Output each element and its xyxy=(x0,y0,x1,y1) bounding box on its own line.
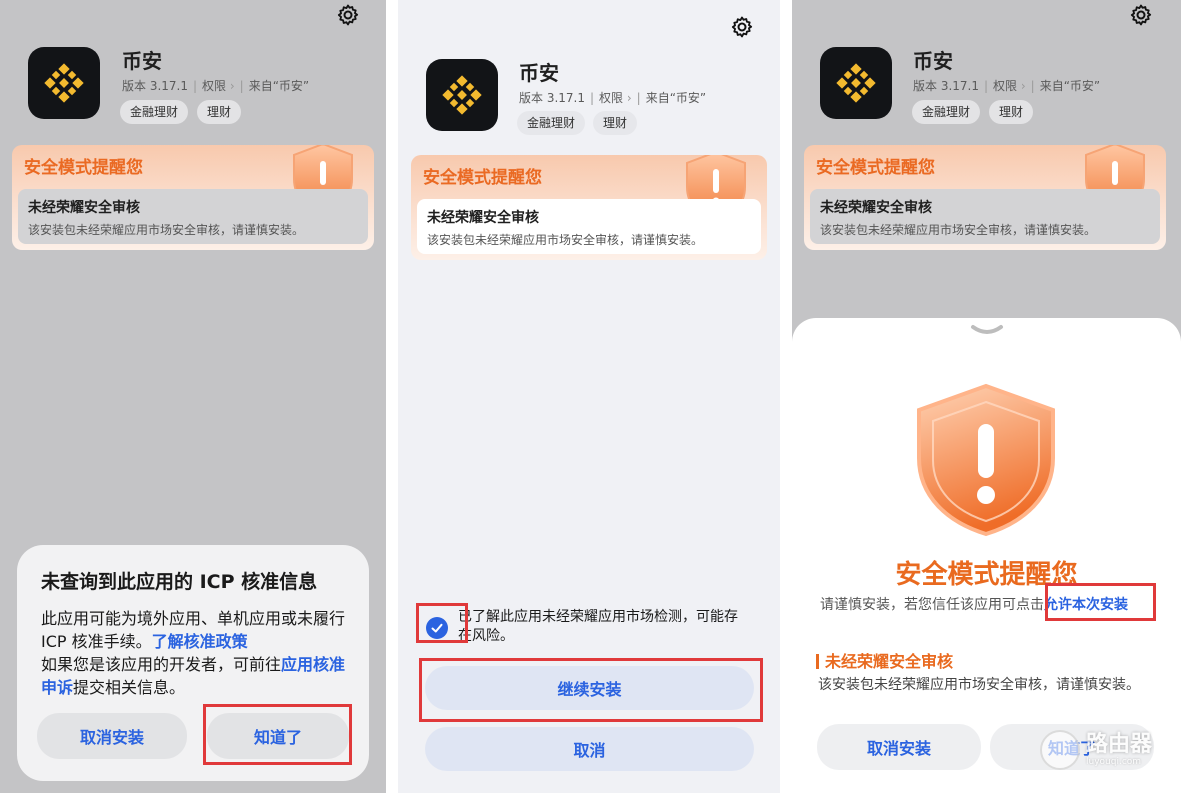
warning-shield-icon xyxy=(917,383,1055,537)
category-tag: 理财 xyxy=(197,100,242,124)
binance-logo-icon xyxy=(44,63,84,103)
icp-info-dialog: 未查询到此应用的 ICP 核准信息 此应用可能为境外应用、单机应用或未履行 IC… xyxy=(17,545,369,781)
warning-subtitle: 未经荣耀安全审核 xyxy=(820,200,932,216)
binance-logo-icon xyxy=(442,75,482,115)
app-name: 币安 xyxy=(122,49,162,73)
permissions-link[interactable]: 权限 xyxy=(993,79,1017,93)
watermark-logo-icon xyxy=(1040,730,1080,770)
warning-title: 安全模式提醒您 xyxy=(423,168,542,188)
install-confirm-sheet: 安全模式提醒您 请谨慎安装，若您信任该应用可点击允许本次安装 未经荣耀安全审核 … xyxy=(792,318,1181,793)
settings-gear-icon[interactable] xyxy=(336,3,360,27)
sheet-title: 安全模式提醒您 xyxy=(895,560,1078,590)
dialog-text: 如果您是该应用的开发者，可前往 xyxy=(41,655,282,674)
allow-install-link[interactable]: 允许本次安装 xyxy=(1044,597,1128,613)
permissions-link[interactable]: 权限 xyxy=(202,79,226,93)
binance-app-icon xyxy=(820,47,892,119)
screen-panel-1: 币安 版本 3.17.1 | 权限 › | 来自“币安” 金融理财 理财 安全模式提醒您… xyxy=(0,0,386,793)
settings-gear-icon[interactable] xyxy=(730,15,754,39)
warning-description: 该安装包未经荣耀应用市场安全审核，请谨慎安装。 xyxy=(427,233,704,247)
warning-detail: 未经荣耀安全审核 该安装包未经荣耀应用市场安全审核，请谨慎安装。 xyxy=(417,199,761,254)
warning-description: 该安装包未经荣耀应用市场安全审核，请谨慎安装。 xyxy=(820,223,1097,237)
binance-app-icon xyxy=(426,59,498,131)
app-meta: 版本 3.17.1 | 权限 › | 来自“币安” xyxy=(913,79,1101,93)
site-watermark: 路由器 luyouqi.com xyxy=(1040,730,1152,770)
section-title: 未经荣耀安全审核 xyxy=(825,652,954,671)
app-source: 来自“币安” xyxy=(1039,79,1101,93)
screen-panel-3: 币安 版本 3.17.1 | 权限 › | 来自“币安” 金融理财 理财 安全模式提醒您… xyxy=(792,0,1181,793)
sheet-handle-icon[interactable] xyxy=(970,324,1004,336)
policy-link[interactable]: 了解核准政策 xyxy=(152,632,248,651)
warning-title: 安全模式提醒您 xyxy=(24,158,143,178)
app-name: 币安 xyxy=(519,61,559,85)
warning-subtitle: 未经荣耀安全审核 xyxy=(28,200,140,216)
category-tag: 金融理财 xyxy=(517,111,586,135)
cancel-install-button[interactable]: 取消安装 xyxy=(37,713,187,759)
app-meta: 版本 3.17.1 | 权限 › | 来自“币安” xyxy=(122,79,310,93)
dialog-body: 此应用可能为境外应用、单机应用或未履行 ICP 核准手续。了解核准政策 如果您是… xyxy=(41,607,346,699)
warning-detail: 未经荣耀安全审核 该安装包未经荣耀应用市场安全审核，请谨慎安装。 xyxy=(18,189,368,244)
permissions-link[interactable]: 权限 xyxy=(599,91,623,105)
security-warning-card: 安全模式提醒您 未经荣耀安全审核 该安装包未经荣耀应用市场安全审核，请谨慎安装。 xyxy=(12,145,374,250)
security-warning-card: 安全模式提醒您 未经荣耀安全审核 该安装包未经荣耀应用市场安全审核，请谨慎安装。 xyxy=(411,155,767,260)
binance-app-icon xyxy=(28,47,100,119)
app-source: 来自“币安” xyxy=(645,91,707,105)
warning-detail: 未经荣耀安全审核 该安装包未经荣耀应用市场安全审核，请谨慎安装。 xyxy=(810,189,1160,244)
watermark-url: luyouqi.com xyxy=(1086,757,1142,767)
sheet-description-text: 请谨慎安装，若您信任该应用可点击 xyxy=(820,597,1044,613)
category-tag: 金融理财 xyxy=(912,100,981,124)
continue-install-button[interactable]: 继续安装 xyxy=(425,666,754,710)
app-version: 版本 3.17.1 xyxy=(913,79,979,93)
watermark-text: 路由器 xyxy=(1086,732,1153,757)
app-name: 币安 xyxy=(913,49,953,73)
category-tag: 理财 xyxy=(593,111,638,135)
warning-title: 安全模式提醒您 xyxy=(816,158,935,178)
warning-description: 该安装包未经荣耀应用市场安全审核，请谨慎安装。 xyxy=(28,223,305,237)
app-version: 版本 3.17.1 xyxy=(122,79,188,93)
section-description: 该安装包未经荣耀应用市场安全审核，请谨慎安装。 xyxy=(818,677,1140,693)
ok-button[interactable]: 知道了 xyxy=(207,713,349,759)
cancel-install-button[interactable]: 取消安装 xyxy=(817,724,981,770)
risk-ack-label: 已了解此应用未经荣耀应用市场检测，可能存在风险。 xyxy=(458,609,738,644)
binance-logo-icon xyxy=(836,63,876,103)
app-meta: 版本 3.17.1 | 权限 › | 来自“币安” xyxy=(519,91,707,105)
warning-subtitle: 未经荣耀安全审核 xyxy=(427,210,539,226)
cancel-button[interactable]: 取消 xyxy=(425,727,754,771)
app-source: 来自“币安” xyxy=(248,79,310,93)
dialog-title: 未查询到此应用的 ICP 核准信息 xyxy=(41,571,318,593)
app-version: 版本 3.17.1 xyxy=(519,91,585,105)
category-tag: 金融理财 xyxy=(120,100,189,124)
section-heading: 未经荣耀安全审核 xyxy=(816,648,953,672)
settings-gear-icon[interactable] xyxy=(1129,3,1153,27)
sheet-description: 请谨慎安装，若您信任该应用可点击允许本次安装 xyxy=(820,594,1128,614)
risk-ack-checkbox[interactable] xyxy=(426,617,448,639)
security-warning-card: 安全模式提醒您 未经荣耀安全审核 该安装包未经荣耀应用市场安全审核，请谨慎安装。 xyxy=(804,145,1166,250)
screen-panel-2: 币安 版本 3.17.1 | 权限 › | 来自“币安” 金融理财 理财 安全模式提醒您… xyxy=(398,0,780,793)
checkmark-icon xyxy=(431,623,443,633)
dialog-text: 提交相关信息。 xyxy=(73,678,186,697)
category-tag: 理财 xyxy=(989,100,1034,124)
